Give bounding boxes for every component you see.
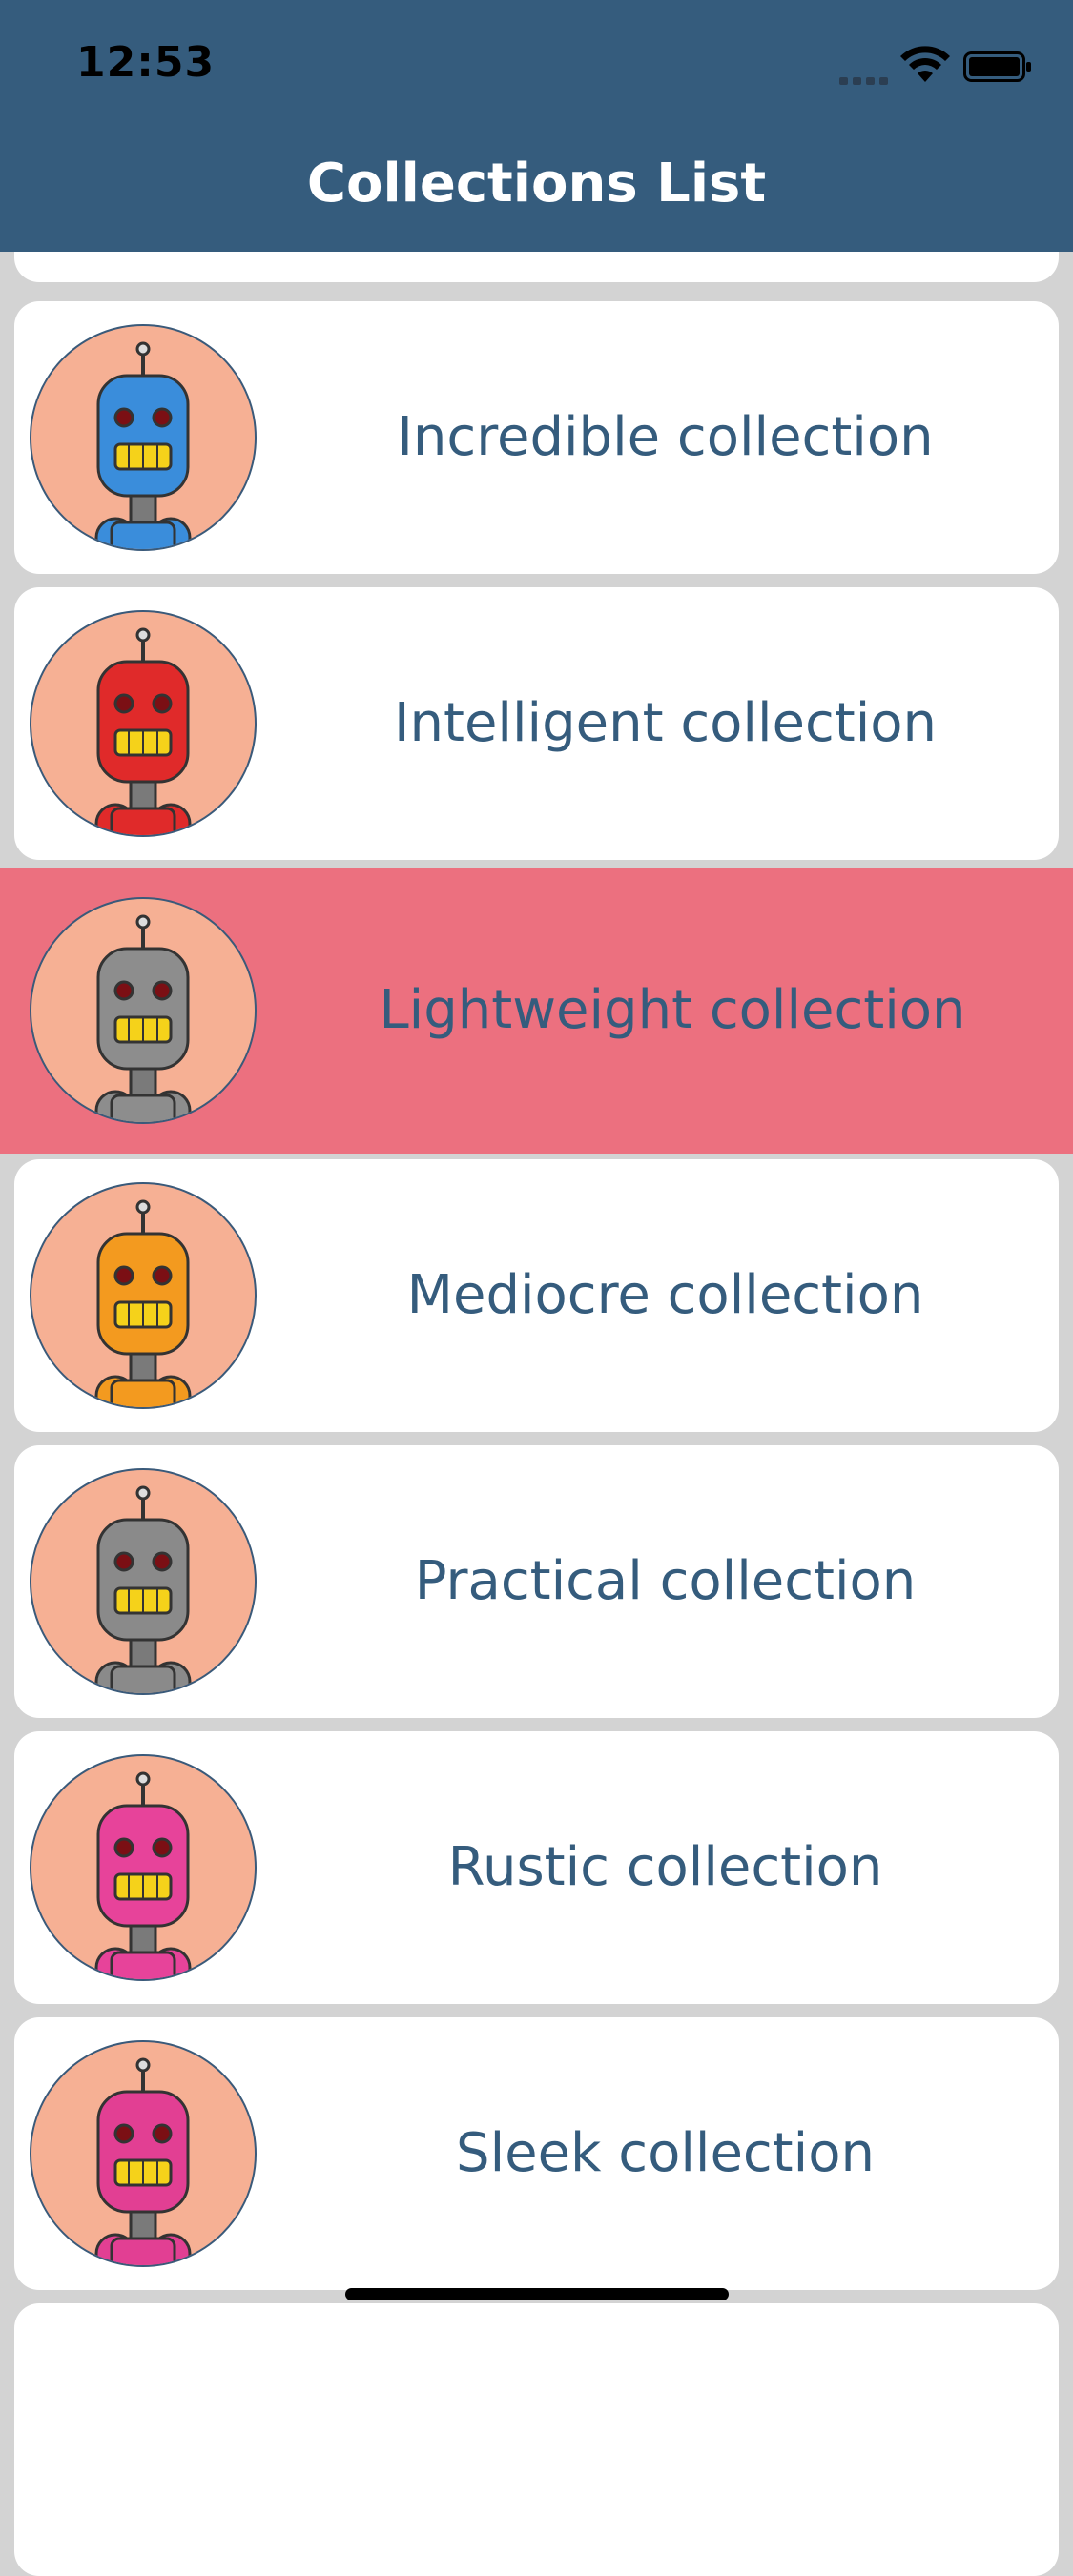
cellular-signal-icon [839, 71, 893, 89]
list-item-label: Incredible collection [397, 406, 934, 468]
navigation-header: 12:53 Collections List [0, 0, 1073, 252]
list-item-label: Lightweight collection [379, 979, 966, 1041]
robot-avatar-icon [30, 897, 257, 1124]
robot-avatar-icon [30, 1182, 257, 1409]
list-item[interactable]: Rustic collection [14, 1731, 1059, 2004]
robot-avatar-icon [30, 1754, 257, 1981]
list-item-label: Sleek collection [456, 2122, 875, 2184]
home-indicator[interactable] [345, 2288, 729, 2300]
list-item-label [272, 2303, 1059, 2576]
list-item[interactable]: Sleek collection [14, 2017, 1059, 2290]
robot-avatar-icon [30, 610, 257, 837]
list-item[interactable]: Mediocre collection [14, 1159, 1059, 1432]
robot-avatar-icon [30, 2040, 257, 2267]
list-item-label: Practical collection [414, 1550, 917, 1612]
status-time: 12:53 [76, 38, 216, 87]
list-item[interactable]: Incredible collection [14, 301, 1059, 574]
list-item-label: Mediocre collection [406, 1264, 924, 1326]
list-item[interactable] [14, 2303, 1059, 2576]
page-title: Collections List [306, 153, 767, 215]
robot-avatar-icon [30, 1468, 257, 1695]
battery-icon [963, 51, 1031, 82]
wifi-icon [900, 46, 950, 82]
list-item[interactable]: Practical collection [14, 1445, 1059, 1718]
list-item-label: Intelligent collection [393, 692, 938, 754]
list-item-selected[interactable]: Lightweight collection [0, 868, 1073, 1154]
robot-avatar-icon [30, 324, 257, 551]
list-item[interactable]: Intelligent collection [14, 587, 1059, 860]
list-item-label: Rustic collection [447, 1836, 883, 1898]
